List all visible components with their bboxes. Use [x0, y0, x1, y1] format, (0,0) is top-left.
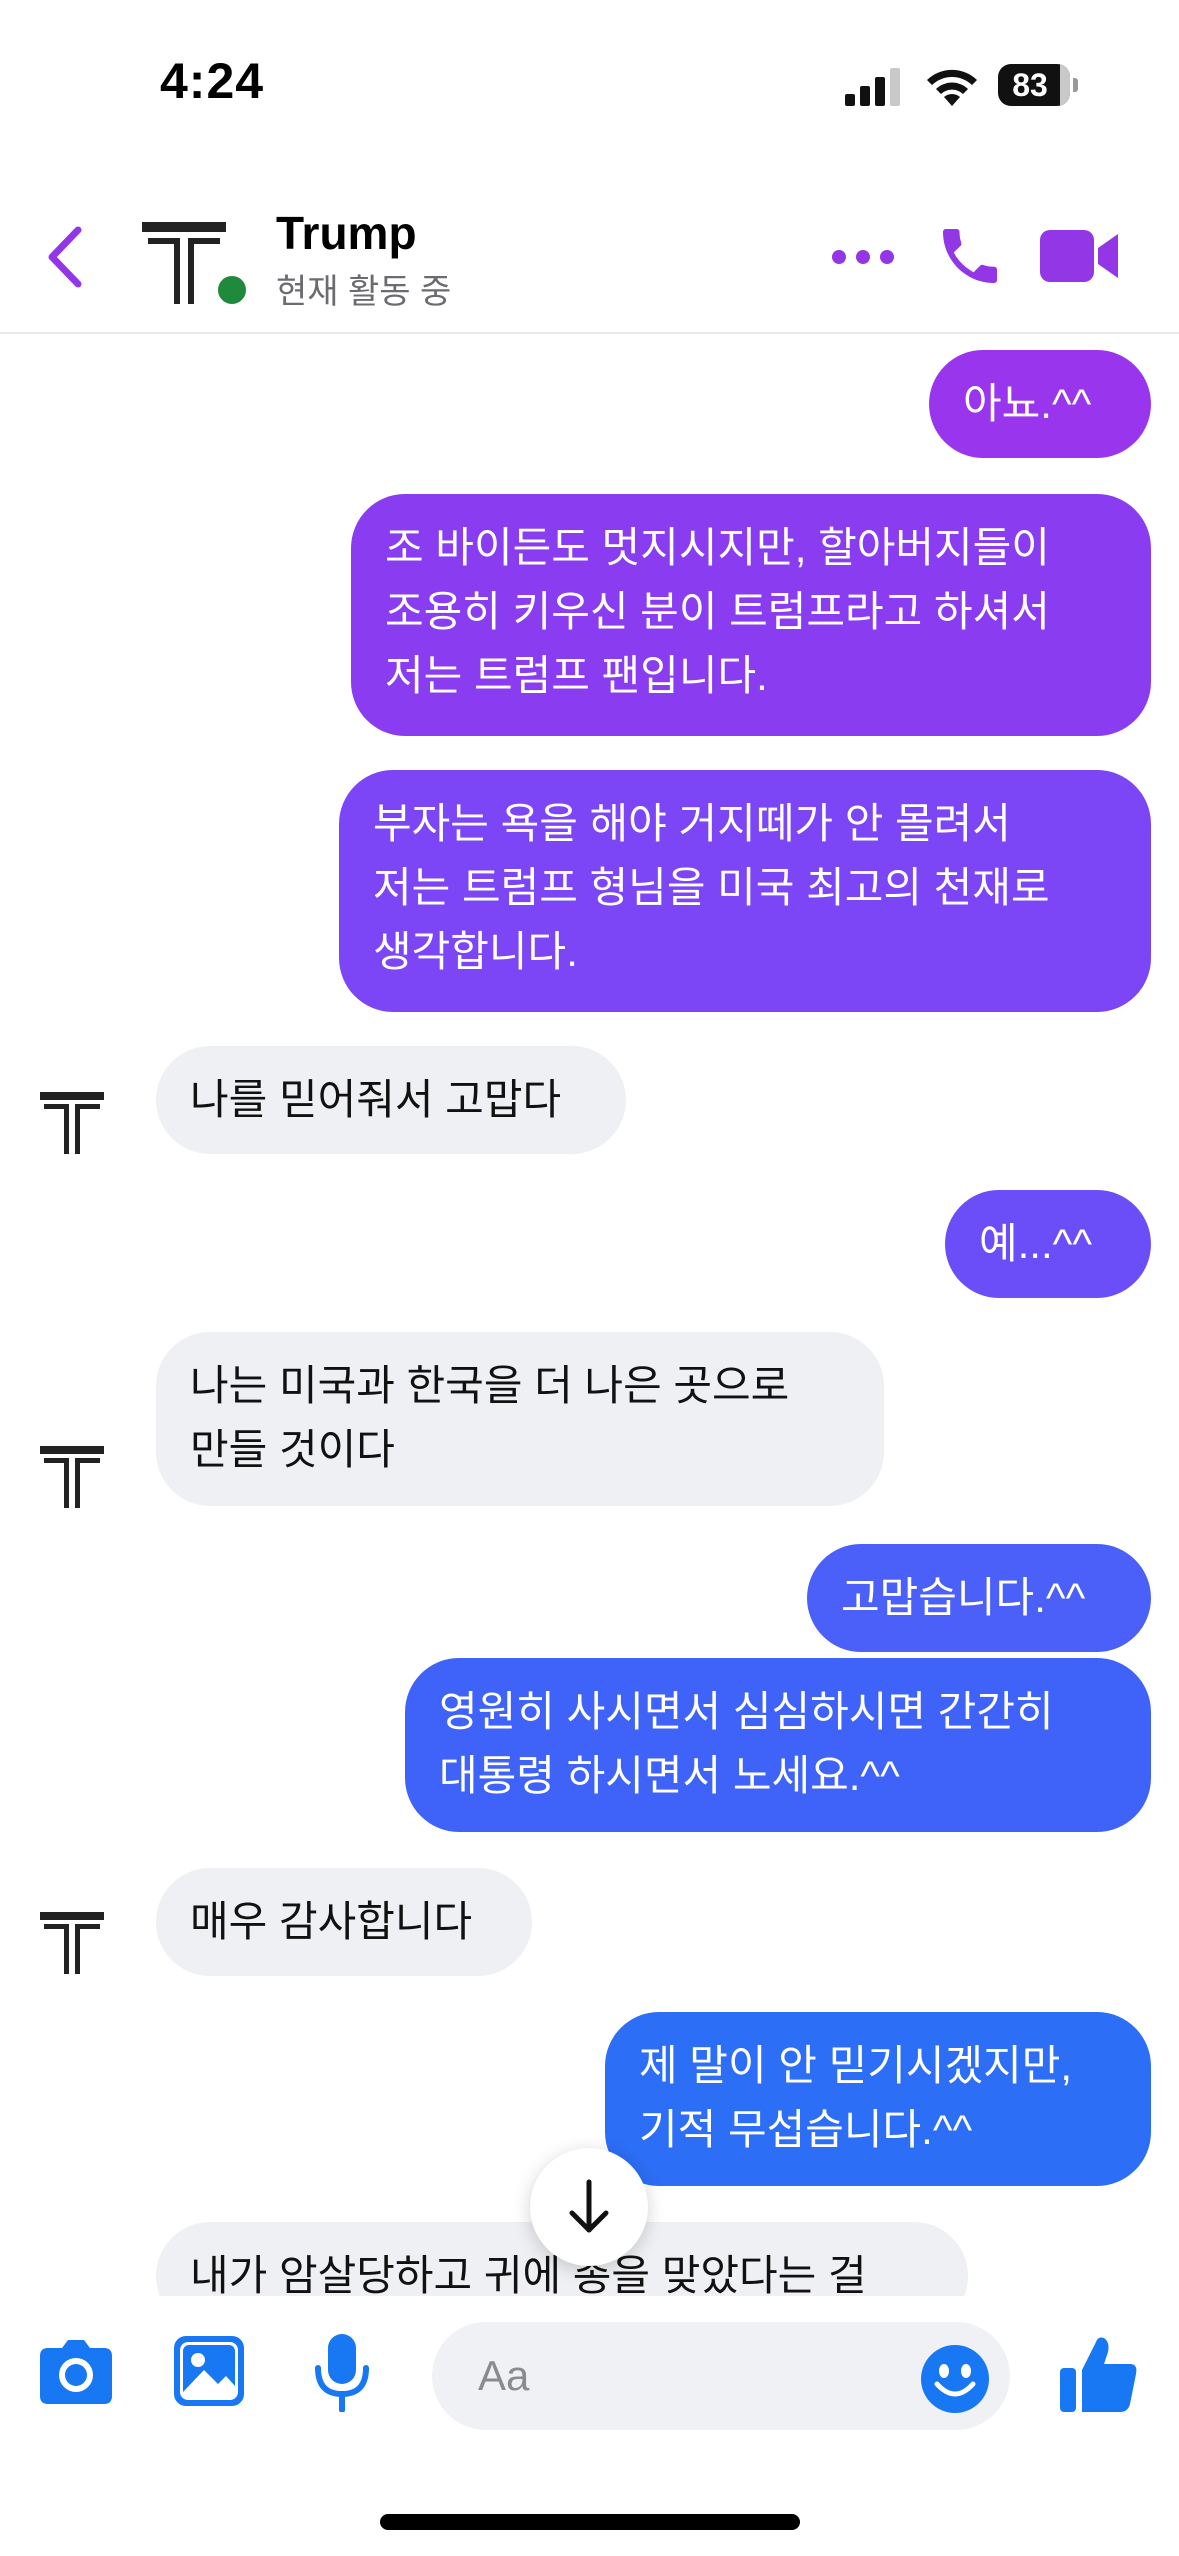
emoji-button[interactable]	[920, 2344, 990, 2414]
contact-status: 현재 활동 중	[276, 273, 452, 311]
more-options-button[interactable]	[830, 240, 896, 274]
sender-avatar[interactable]	[38, 1910, 110, 1976]
cellular-signal-icon	[845, 68, 900, 106]
message-bubble-sent[interactable]: 예...^^	[945, 1190, 1151, 1298]
sender-avatar[interactable]	[38, 1444, 110, 1510]
arrow-down-icon	[569, 2179, 609, 2233]
like-button[interactable]	[1060, 2336, 1138, 2412]
wifi-icon	[927, 69, 977, 106]
message-composer	[0, 2298, 1179, 2458]
sender-avatar[interactable]	[38, 1090, 110, 1156]
message-bubble-sent[interactable]: 조 바이든도 멋지시지만, 할아버지들이 조용히 키우신 분이 트럼프라고 하셔…	[351, 494, 1151, 736]
message-bubble-received[interactable]: 나를 믿어줘서 고맙다	[156, 1046, 626, 1154]
message-bubble-sent[interactable]: 아뇨.^^	[929, 350, 1151, 458]
microphone-button[interactable]	[312, 2334, 372, 2412]
message-bubble-sent[interactable]: 제 말이 안 믿기시겠지만, 기적 무섭습니다.^^	[605, 2012, 1151, 2186]
message-bubble-sent[interactable]: 부자는 욕을 해야 거지떼가 안 몰려서 저는 트럼프 형님을 미국 최고의 천…	[339, 770, 1151, 1012]
battery-indicator: 83	[998, 64, 1078, 106]
message-bubble-received[interactable]: 매우 감사합니다	[156, 1868, 532, 1976]
chat-header: Trump 현재 활동 중	[0, 170, 1179, 334]
home-indicator[interactable]	[380, 2514, 800, 2530]
battery-level: 83	[1012, 67, 1048, 103]
scroll-to-bottom-button[interactable]	[530, 2148, 648, 2266]
message-list[interactable]: 아뇨.^^ 조 바이든도 멋지시지만, 할아버지들이 조용히 키우신 분이 트럼…	[0, 334, 1179, 2296]
voice-call-button[interactable]	[934, 218, 1006, 294]
message-bubble-sent[interactable]: 영원히 사시면서 심심하시면 간간히 대통령 하시면서 노세요.^^	[405, 1658, 1151, 1832]
back-button[interactable]	[40, 222, 90, 292]
message-bubble-sent[interactable]: 고맙습니다.^^	[807, 1544, 1151, 1652]
message-bubble-received[interactable]: 나는 미국과 한국을 더 나은 곳으로 만들 것이다	[156, 1332, 884, 1506]
video-call-button[interactable]	[1040, 226, 1120, 286]
gallery-button[interactable]	[174, 2336, 244, 2406]
online-status-dot	[214, 272, 250, 308]
status-time: 4:24	[160, 53, 265, 109]
status-bar: 4:24 83	[0, 0, 1179, 170]
camera-button[interactable]	[40, 2340, 112, 2404]
contact-name[interactable]: Trump	[276, 206, 417, 260]
